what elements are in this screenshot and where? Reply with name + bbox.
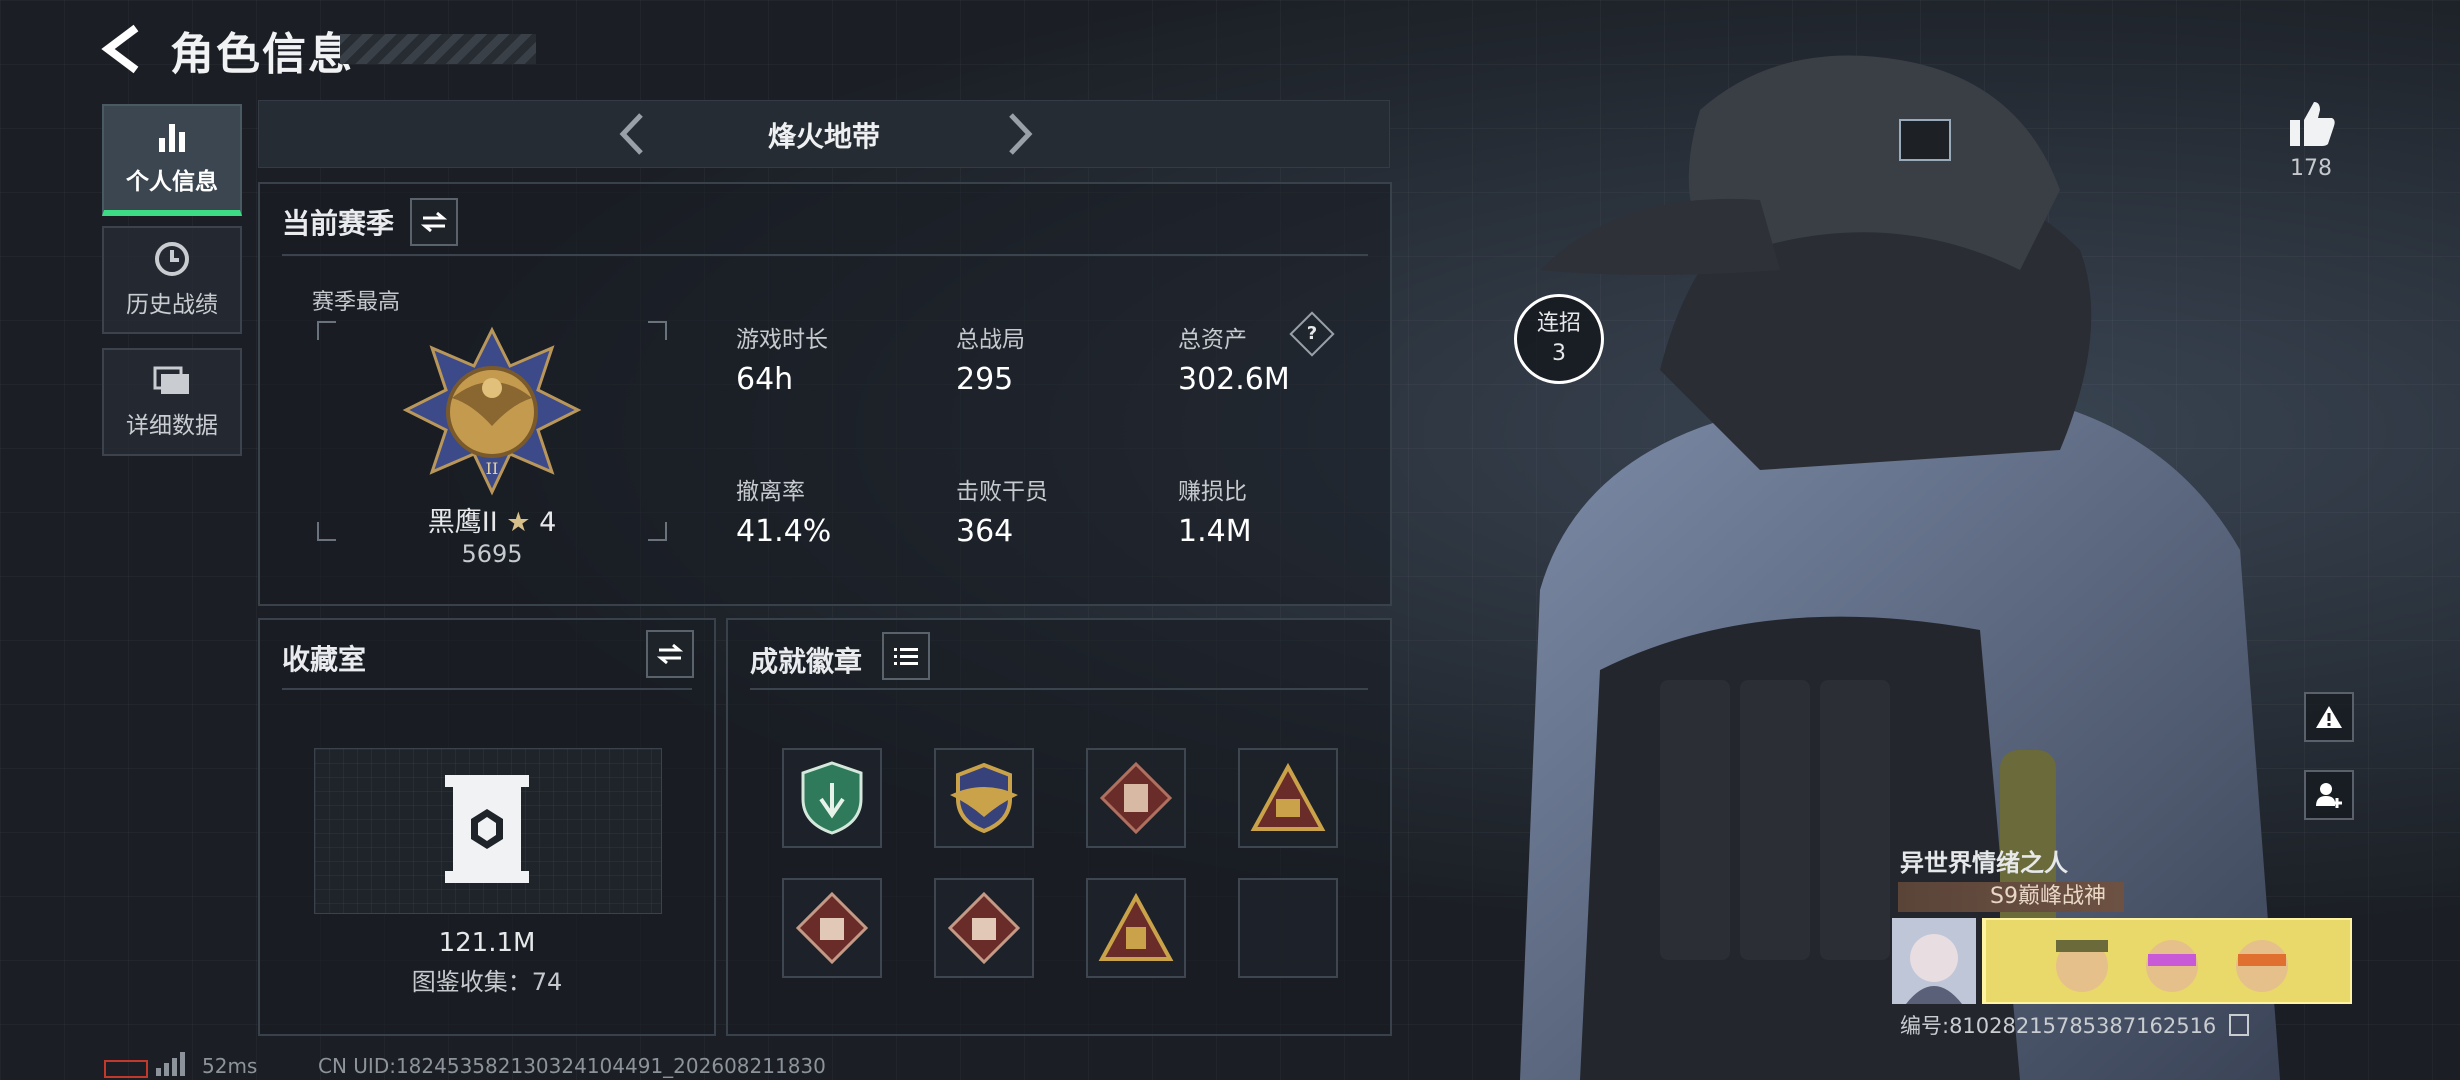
bar-chart-icon [159, 124, 185, 152]
stat-label: 总资产 [1178, 327, 1247, 353]
svg-text:II: II [486, 459, 499, 478]
star-icon: ★ [506, 507, 531, 538]
season-panel: 当前赛季 赛季最高 II 黑鹰II ★ 4 5695 游戏时长 64h 总战局 … [258, 182, 1392, 606]
signal-icon [156, 1052, 185, 1076]
collection-switch-button[interactable] [646, 630, 694, 678]
page-title: 角色信息 [170, 29, 354, 80]
swap-icon [657, 643, 683, 665]
achievement-badge[interactable] [1238, 748, 1338, 848]
nav-history[interactable]: 历史战绩 [102, 226, 242, 334]
stat-value: 364 [956, 514, 1014, 549]
section-divider [282, 688, 692, 690]
rank-stars: 4 [539, 507, 557, 538]
list-icon [894, 648, 918, 665]
help-icon[interactable]: ? [1289, 311, 1335, 357]
stat-label: 撤离率 [736, 479, 805, 505]
nav-personal-info[interactable]: 个人信息 [102, 104, 242, 216]
player-banner [1892, 918, 2352, 1004]
season-highest-label: 赛季最高 [312, 290, 401, 315]
chevron-right-icon[interactable] [993, 109, 1043, 159]
green-shield-badge-icon [801, 761, 863, 835]
copy-icon[interactable] [2228, 1014, 2249, 1036]
achievement-badge[interactable] [934, 878, 1034, 978]
stat-label: 总战局 [956, 327, 1025, 353]
back-arrow-icon[interactable] [96, 22, 150, 76]
achievements-title: 成就徽章 [750, 645, 863, 678]
section-divider [750, 688, 1368, 690]
achievements-list-button[interactable] [882, 632, 930, 680]
stat-label: 游戏时长 [736, 327, 828, 353]
gold-triangle-badge-icon [1098, 893, 1174, 961]
stat-value: 302.6M [1178, 362, 1290, 397]
clock-icon [155, 242, 189, 276]
collection-value: 121.1M [438, 928, 536, 958]
ping-value: 52ms [202, 1054, 258, 1078]
title-decoration [340, 34, 536, 64]
gold-wings-badge-icon [950, 762, 1018, 834]
gold-triangle-badge-icon [1250, 763, 1326, 831]
player-title-plate: S9巅峰战神 [1898, 882, 2124, 912]
rank-name-row: 黑鹰II ★ 4 [402, 500, 582, 539]
collection-panel: 收藏室 121.1M 图鉴收集：74 [258, 618, 716, 1036]
like-count: 178 [2290, 156, 2332, 181]
mode-title: 烽火地带 [767, 120, 880, 153]
player-title: S9巅峰战神 [1990, 884, 2106, 909]
add-friend-button[interactable] [2304, 770, 2354, 820]
combo-label: 连招 [1536, 311, 1581, 336]
battery-icon [104, 1060, 148, 1078]
mode-selector: 烽火地带 [258, 100, 1390, 168]
stat-value: 1.4M [1178, 514, 1252, 549]
achievement-badge-empty[interactable] [1238, 878, 1338, 978]
player-name: 异世界情绪之人 [1900, 849, 2068, 877]
rank-score: 5695 [461, 540, 523, 568]
achievement-badge[interactable] [1086, 748, 1186, 848]
red-vest-badge-icon [1100, 762, 1172, 834]
folders-icon [153, 366, 189, 394]
achievement-badge[interactable] [934, 748, 1034, 848]
collection-title: 收藏室 [282, 643, 367, 676]
achievements-panel: 成就徽章 [726, 618, 1392, 1036]
collection-index: 图鉴收集：74 [411, 968, 563, 996]
achievement-badge[interactable] [1086, 878, 1186, 978]
red-diamond-badge-icon [796, 892, 868, 964]
nav-label: 个人信息 [126, 169, 218, 195]
collection-display[interactable] [314, 748, 662, 914]
thumbs-up-icon[interactable] [2286, 98, 2338, 150]
season-title: 当前赛季 [282, 207, 395, 240]
section-divider [282, 254, 1368, 256]
swap-icon [421, 211, 447, 233]
nav-label: 历史战绩 [126, 292, 218, 318]
combo-value: 3 [1552, 341, 1566, 366]
help-mark: ? [1306, 323, 1318, 344]
uid-text: CN UID:18245358213032410449­1_2026082118… [318, 1054, 826, 1078]
stat-label: 赚损比 [1178, 479, 1247, 505]
add-user-icon [2316, 783, 2342, 808]
vault-icon [445, 775, 529, 883]
combo-button[interactable]: 连招 3 [1514, 294, 1604, 384]
season-switch-button[interactable] [410, 198, 458, 246]
red-diamond-badge-icon [948, 892, 1020, 964]
black-hawk-rank-icon: II [402, 326, 582, 496]
warning-icon [2316, 706, 2342, 728]
achievement-badge[interactable] [782, 878, 882, 978]
player-id-text: 编号:81028215785387162516 [1900, 1014, 2217, 1038]
player-id: 编号:81028215785387162516 [1900, 1010, 2249, 1040]
achievement-badge[interactable] [782, 748, 882, 848]
stat-value: 64h [736, 362, 794, 397]
nav-label: 详细数据 [126, 413, 218, 439]
nav-detailed-data[interactable]: 详细数据 [102, 348, 242, 456]
stat-value: 295 [956, 362, 1014, 397]
report-button[interactable] [2304, 692, 2354, 742]
rank-name: 黑鹰II [427, 507, 498, 538]
stat-value: 41.4% [736, 514, 832, 549]
stat-label: 击败干员 [956, 479, 1048, 505]
